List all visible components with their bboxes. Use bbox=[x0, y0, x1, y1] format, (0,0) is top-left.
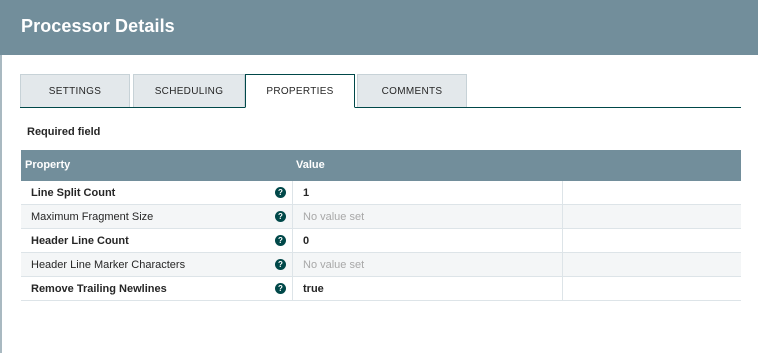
dialog-header: Processor Details bbox=[0, 0, 758, 55]
tab-properties[interactable]: PROPERTIES bbox=[245, 74, 355, 108]
property-value[interactable]: true bbox=[303, 283, 324, 295]
table-row[interactable]: Remove Trailing Newlines ? true bbox=[21, 277, 741, 301]
column-divider bbox=[292, 277, 293, 301]
properties-table: Property Value Line Split Count ? 1 Maxi… bbox=[21, 150, 741, 301]
help-icon[interactable]: ? bbox=[275, 259, 286, 270]
column-header-property[interactable]: Property bbox=[25, 159, 70, 171]
column-divider bbox=[562, 253, 563, 277]
property-value[interactable]: No value set bbox=[303, 259, 364, 271]
column-divider bbox=[292, 253, 293, 277]
required-field-label: Required field bbox=[27, 126, 101, 138]
table-row[interactable]: Line Split Count ? 1 bbox=[21, 181, 741, 205]
table-header: Property Value bbox=[21, 150, 741, 181]
help-icon[interactable]: ? bbox=[275, 187, 286, 198]
table-row[interactable]: Maximum Fragment Size ? No value set bbox=[21, 205, 741, 229]
column-divider bbox=[562, 181, 563, 205]
property-name: Header Line Count bbox=[31, 235, 129, 247]
property-name: Line Split Count bbox=[31, 187, 116, 199]
tab-settings[interactable]: SETTINGS bbox=[20, 74, 130, 107]
property-name: Maximum Fragment Size bbox=[31, 211, 154, 223]
property-name: Header Line Marker Characters bbox=[31, 259, 186, 271]
property-value[interactable]: No value set bbox=[303, 211, 364, 223]
help-icon[interactable]: ? bbox=[275, 283, 286, 294]
help-icon[interactable]: ? bbox=[275, 211, 286, 222]
property-value[interactable]: 1 bbox=[303, 187, 309, 199]
tab-scheduling[interactable]: SCHEDULING bbox=[133, 74, 245, 107]
property-name: Remove Trailing Newlines bbox=[31, 283, 167, 295]
column-divider bbox=[292, 229, 293, 253]
help-icon[interactable]: ? bbox=[275, 235, 286, 246]
column-divider bbox=[562, 205, 563, 229]
column-header-value[interactable]: Value bbox=[296, 159, 325, 171]
table-row[interactable]: Header Line Count ? 0 bbox=[21, 229, 741, 253]
column-divider bbox=[562, 277, 563, 301]
column-divider bbox=[562, 229, 563, 253]
column-divider bbox=[292, 181, 293, 205]
tab-comments[interactable]: COMMENTS bbox=[357, 74, 467, 107]
column-divider bbox=[292, 205, 293, 229]
table-row[interactable]: Header Line Marker Characters ? No value… bbox=[21, 253, 741, 277]
dialog-border bbox=[0, 55, 2, 353]
tab-bar: SETTINGS SCHEDULING PROPERTIES COMMENTS bbox=[20, 74, 741, 108]
dialog-title: Processor Details bbox=[21, 16, 175, 36]
property-value[interactable]: 0 bbox=[303, 235, 309, 247]
